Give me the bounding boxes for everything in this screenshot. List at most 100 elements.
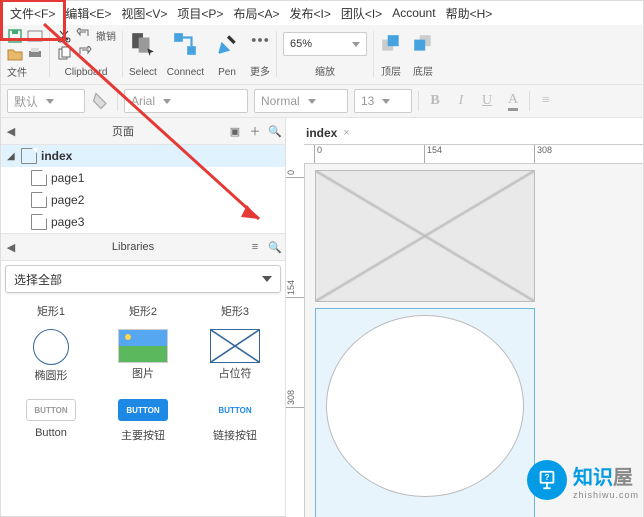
artboard[interactable]: BUTTON <box>315 170 535 517</box>
watermark-text-a: 知识 <box>573 467 613 489</box>
mobile-frame-widget[interactable]: BUTTON <box>315 308 535 517</box>
redo-icon[interactable] <box>76 46 92 62</box>
italic-button[interactable]: I <box>451 91 471 111</box>
watermark-text-b: 屋 <box>613 467 633 489</box>
ruler-tick: 0 <box>286 170 304 178</box>
page-item-page3[interactable]: page3 <box>1 211 285 233</box>
page-label: index <box>41 149 72 163</box>
close-tab-icon[interactable]: × <box>343 127 349 139</box>
menu-publish[interactable]: 发布<I> <box>284 5 335 22</box>
page-item-page1[interactable]: page1 <box>1 167 285 189</box>
toolbar-file-label: 文件 <box>7 64 27 79</box>
menu-view[interactable]: 视图<V> <box>116 5 172 22</box>
menu-account[interactable]: Account <box>387 6 440 20</box>
toolbar: 文件 撤销 重做 Clipboard Select Connect <box>1 25 643 85</box>
highlight-box-file-menu <box>0 0 66 41</box>
watermark: ? 知识屋 zhishiwu.com <box>527 460 639 500</box>
shape-ellipse[interactable]: 椭圆形 <box>5 329 97 383</box>
shape-button[interactable]: BUTTONButton <box>5 393 97 443</box>
libraries-panel-title: Libraries <box>21 241 245 253</box>
pages-add-folder-icon[interactable]: ▣ <box>225 125 245 138</box>
toolbar-bottom-label: 底层 <box>413 63 433 78</box>
copy-icon[interactable] <box>56 46 72 62</box>
pages-panel-title: 页面 <box>21 123 225 139</box>
page-icon <box>31 214 47 230</box>
ruler-tick: 154 <box>286 280 304 298</box>
expand-icon[interactable]: ◢ <box>7 151 17 162</box>
menu-layout[interactable]: 布局<A> <box>228 5 284 22</box>
fill-color-icon[interactable] <box>91 91 111 111</box>
menu-team[interactable]: 团队<I> <box>336 5 387 22</box>
menu-project[interactable]: 项目<P> <box>172 5 228 22</box>
underline-button[interactable]: U <box>477 91 497 111</box>
print-icon[interactable] <box>27 46 43 62</box>
menu-help[interactable]: 帮助<H> <box>441 5 498 22</box>
open-icon[interactable] <box>7 46 23 62</box>
shape-rect2[interactable]: 矩形2 <box>97 301 189 319</box>
page-icon <box>31 192 47 208</box>
library-select[interactable]: 选择全部 <box>5 265 281 293</box>
menu-edit[interactable]: 编辑<E> <box>60 5 116 22</box>
shape-link-button[interactable]: BUTTON链接按钮 <box>189 393 281 443</box>
canvas-tab-index[interactable]: index× <box>296 122 360 144</box>
toolbar-undo-text: 撤销 <box>96 28 116 44</box>
ellipse-widget[interactable] <box>326 315 524 497</box>
undo-group-icon[interactable] <box>76 28 92 44</box>
libraries-collapse-icon[interactable]: ◀ <box>1 241 21 254</box>
ruler-tick: 0 <box>314 145 322 163</box>
bring-front-icon[interactable] <box>380 33 402 55</box>
ruler-tick: 154 <box>424 145 442 163</box>
pages-search-icon[interactable]: 🔍 <box>265 125 285 138</box>
libraries-search-icon[interactable]: 🔍 <box>265 241 285 254</box>
bold-button[interactable]: B <box>425 91 445 111</box>
shape-rect3[interactable]: 矩形3 <box>189 301 281 319</box>
placeholder-widget[interactable] <box>315 170 535 302</box>
toolbar-more-label: 更多 <box>250 63 270 78</box>
ruler-vertical: 0 154 308 <box>286 164 305 517</box>
more-icon[interactable] <box>250 34 270 54</box>
shape-placeholder[interactable]: 占位符 <box>189 329 281 383</box>
shape-primary-button[interactable]: BUTTON主要按钮 <box>97 393 189 443</box>
zoom-select[interactable]: 65% <box>283 32 367 56</box>
ruler-tick: 308 <box>534 145 552 163</box>
toolbar-connect-label: Connect <box>167 67 204 78</box>
toolbar-clipboard-label: Clipboard <box>65 67 108 78</box>
page-label: page3 <box>51 215 84 229</box>
watermark-url: zhishiwu.com <box>573 490 639 500</box>
pages-panel-header: ◀ 页面 ▣ ＋ 🔍 <box>1 118 285 145</box>
text-color-button[interactable]: A <box>503 91 523 111</box>
pages-tree: ◢ index page1 page2 page3 <box>1 145 285 233</box>
font-family-select[interactable]: Arial <box>124 89 248 113</box>
canvas-area: index× 0 154 308 0 154 308 <box>286 118 643 517</box>
bullets-button[interactable]: ≡ <box>536 91 556 111</box>
ruler-horizontal: 0 154 308 <box>304 144 643 164</box>
style-bar: 默认 Arial Normal 13 B I U A ≡ <box>1 85 643 118</box>
toolbar-top-label: 顶层 <box>381 63 401 78</box>
page-icon <box>21 148 37 164</box>
ruler-tick: 308 <box>286 390 304 408</box>
left-panel: ◀ 页面 ▣ ＋ 🔍 ◢ index page1 page2 <box>1 118 286 517</box>
toolbar-pen-label: Pen <box>218 67 236 78</box>
connect-icon[interactable] <box>172 31 198 57</box>
canvas-tabs: index× <box>286 118 643 144</box>
shape-image[interactable]: 图片 <box>97 329 189 383</box>
menubar: 文件<F> 编辑<E> 视图<V> 项目<P> 布局<A> 发布<I> 团队<I… <box>1 1 643 25</box>
page-icon <box>31 170 47 186</box>
pages-add-icon[interactable]: ＋ <box>245 123 265 139</box>
page-item-page2[interactable]: page2 <box>1 189 285 211</box>
pages-collapse-icon[interactable]: ◀ <box>1 125 21 138</box>
svg-text:?: ? <box>544 473 549 482</box>
font-size-select[interactable]: 13 <box>354 89 412 113</box>
libraries-menu-icon[interactable]: ≡ <box>245 241 265 253</box>
font-weight-select[interactable]: Normal <box>254 89 348 113</box>
toolbar-zoom-label: 缩放 <box>315 63 335 78</box>
pen-icon[interactable] <box>214 31 240 57</box>
shape-rect1[interactable]: 矩形1 <box>5 301 97 319</box>
shapes-grid: 矩形1 矩形2 矩形3 椭圆形 图片 占位符 BUTTONButton BUTT… <box>1 297 285 447</box>
page-item-index[interactable]: ◢ index <box>1 145 285 167</box>
page-label: page2 <box>51 193 84 207</box>
send-back-icon[interactable] <box>412 33 434 55</box>
library-select-label: 选择全部 <box>14 271 62 288</box>
style-default-select[interactable]: 默认 <box>7 89 85 113</box>
select-icon[interactable] <box>130 31 156 57</box>
